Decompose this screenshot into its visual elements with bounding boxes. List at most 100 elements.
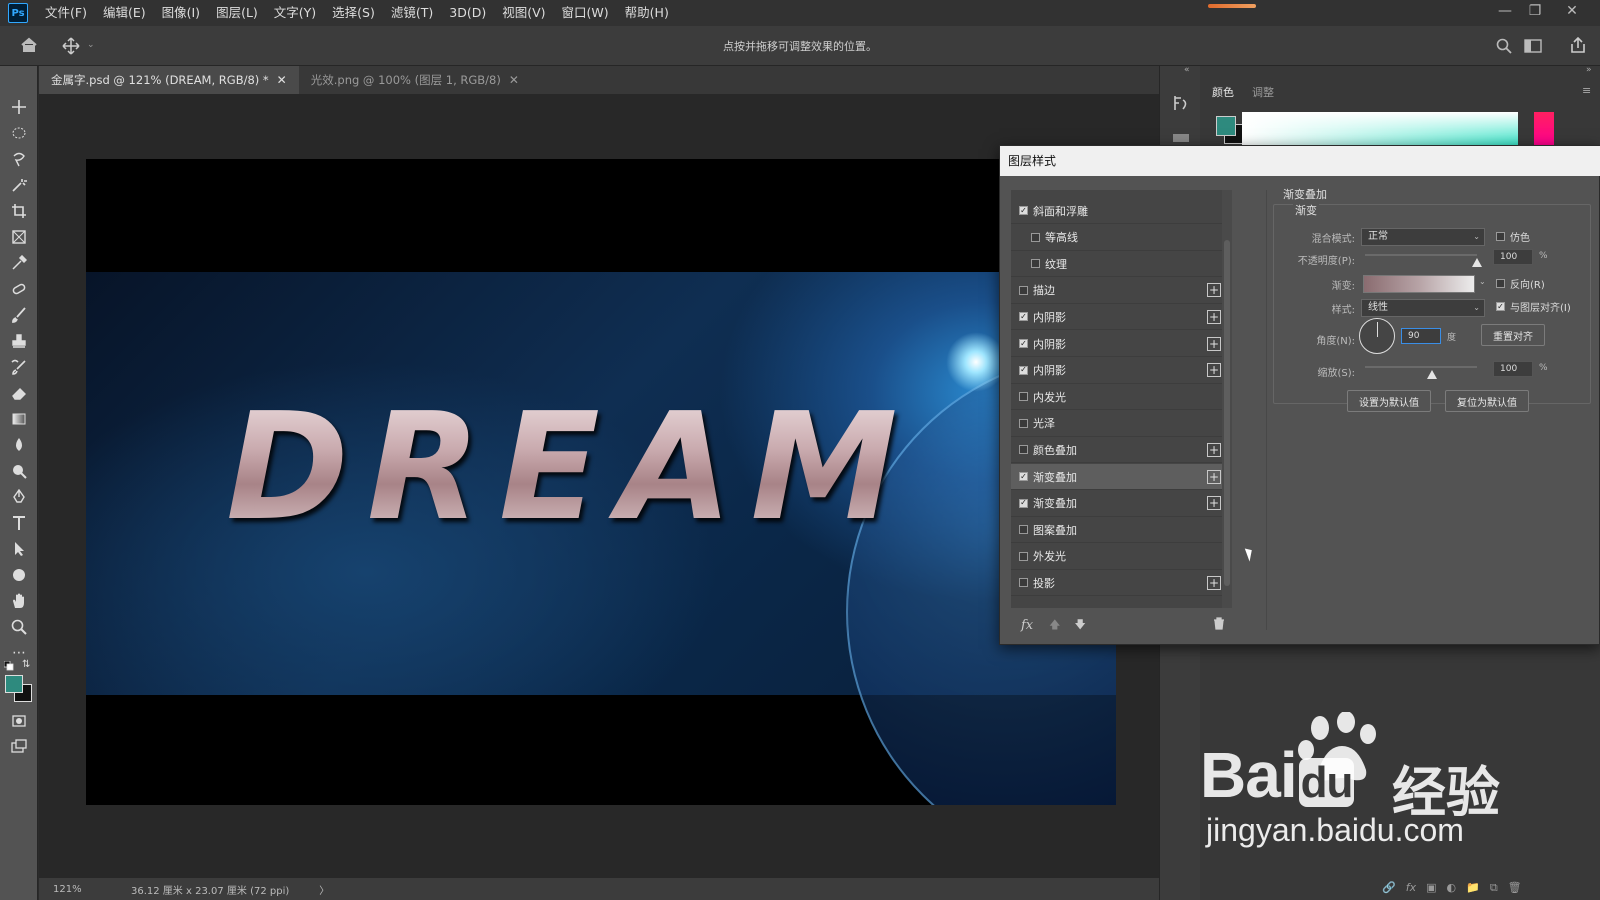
add-style-icon[interactable]: + bbox=[1207, 363, 1221, 378]
style-checkbox[interactable]: ✓ bbox=[1019, 365, 1028, 375]
style-checkbox[interactable] bbox=[1031, 259, 1040, 269]
style-row[interactable]: ✓ 内阴影 + bbox=[1011, 331, 1229, 357]
add-style-icon[interactable]: + bbox=[1207, 469, 1221, 484]
restore-icon[interactable]: ❐ bbox=[1520, 0, 1550, 22]
workspace-icon[interactable] bbox=[1524, 39, 1542, 56]
delete-style-icon[interactable] bbox=[1213, 617, 1225, 633]
scale-slider-knob[interactable] bbox=[1427, 370, 1438, 379]
add-style-icon[interactable]: + bbox=[1207, 496, 1221, 511]
minimize-icon[interactable]: — bbox=[1490, 0, 1520, 22]
blur-icon[interactable] bbox=[7, 434, 31, 456]
style-row[interactable]: 图案叠加 bbox=[1011, 517, 1229, 544]
eraser-icon[interactable] bbox=[7, 382, 31, 404]
menu-help[interactable]: 帮助(H) bbox=[617, 0, 677, 26]
style-checkbox[interactable] bbox=[1019, 285, 1028, 295]
style-checkbox[interactable] bbox=[1019, 392, 1028, 402]
angle-dial[interactable] bbox=[1359, 318, 1395, 354]
set-default-button[interactable]: 设置为默认值 bbox=[1347, 390, 1431, 412]
style-checkbox[interactable]: ✓ bbox=[1019, 206, 1028, 215]
screen-mode-icon[interactable] bbox=[7, 736, 31, 758]
reverse-checkbox[interactable] bbox=[1496, 279, 1505, 288]
search-icon[interactable] bbox=[1496, 38, 1512, 57]
style-checkbox[interactable] bbox=[1031, 232, 1040, 242]
scale-slider-track[interactable] bbox=[1365, 366, 1477, 368]
history-brush-icon[interactable] bbox=[7, 356, 31, 378]
zoom-level[interactable]: 121% bbox=[53, 884, 113, 895]
close-icon[interactable]: ✕ bbox=[1557, 0, 1587, 22]
style-row[interactable]: ✓ 渐变叠加 + bbox=[1011, 491, 1229, 517]
eyedropper-icon[interactable] bbox=[7, 252, 31, 274]
delete-layer-icon[interactable]: 🗑 bbox=[1508, 881, 1522, 895]
color-spectrum[interactable] bbox=[1242, 112, 1518, 146]
style-row[interactable]: 颜色叠加 + bbox=[1011, 437, 1229, 464]
style-checkbox[interactable] bbox=[1019, 445, 1028, 455]
dialog-title[interactable]: 图层样式 bbox=[1000, 146, 1600, 176]
swap-colors-icon[interactable]: ⇅ bbox=[22, 659, 30, 670]
style-checkbox[interactable]: ✓ bbox=[1019, 472, 1028, 481]
share-icon[interactable] bbox=[1570, 36, 1586, 56]
angle-input[interactable]: 90 bbox=[1401, 328, 1441, 344]
menu-3d[interactable]: 3D(D) bbox=[441, 0, 494, 26]
canvas-text-layer[interactable]: DREAM bbox=[226, 381, 916, 553]
brush-icon[interactable] bbox=[7, 304, 31, 326]
quick-mask-icon[interactable] bbox=[7, 710, 31, 732]
chevron-down-icon[interactable]: ⌄ bbox=[1479, 277, 1486, 286]
marquee-icon[interactable] bbox=[7, 122, 31, 144]
foreground-color-swatch[interactable] bbox=[5, 675, 23, 693]
style-row[interactable]: ✓ 斜面和浮雕 bbox=[1011, 198, 1229, 224]
crop-icon[interactable] bbox=[7, 200, 31, 222]
magic-wand-icon[interactable] bbox=[7, 174, 31, 196]
add-style-icon[interactable]: + bbox=[1207, 442, 1221, 457]
menu-layer[interactable]: 图层(L) bbox=[208, 0, 266, 26]
collapse-panel-icon[interactable]: « bbox=[1184, 65, 1190, 75]
history-panel-icon[interactable] bbox=[1172, 94, 1190, 115]
close-tab-icon[interactable]: ✕ bbox=[509, 73, 519, 87]
document-canvas[interactable]: DREAM bbox=[86, 159, 1116, 805]
type-icon[interactable] bbox=[7, 512, 31, 534]
healing-brush-icon[interactable] bbox=[7, 278, 31, 300]
style-row[interactable]: 光泽 bbox=[1011, 411, 1229, 437]
style-row[interactable]: 等高线 bbox=[1011, 225, 1229, 251]
path-select-icon[interactable] bbox=[7, 538, 31, 560]
style-row[interactable]: ✓ 渐变叠加 + bbox=[1011, 464, 1229, 490]
style-row[interactable]: 描边 + bbox=[1011, 278, 1229, 304]
gradient-icon[interactable] bbox=[7, 408, 31, 430]
menu-window[interactable]: 窗口(W) bbox=[554, 0, 617, 26]
style-row[interactable]: 外发光 bbox=[1011, 544, 1229, 570]
style-row[interactable]: ✓ 内阴影 + bbox=[1011, 304, 1229, 331]
scrollbar-thumb[interactable] bbox=[1224, 240, 1230, 586]
style-list-scrollbar[interactable] bbox=[1222, 190, 1232, 608]
close-tab-icon[interactable]: ✕ bbox=[277, 73, 287, 87]
reset-alignment-button[interactable]: 重置对齐 bbox=[1481, 324, 1545, 346]
properties-panel-icon[interactable] bbox=[1172, 132, 1190, 146]
style-checkbox[interactable] bbox=[1019, 578, 1028, 588]
style-select[interactable]: 线性 ⌄ bbox=[1361, 299, 1485, 317]
layer-fx-icon[interactable]: fx bbox=[1406, 881, 1416, 895]
move-down-icon[interactable]: 🡇 bbox=[1074, 616, 1085, 635]
pen-icon[interactable] bbox=[7, 486, 31, 508]
style-checkbox[interactable] bbox=[1019, 551, 1028, 561]
add-style-icon[interactable]: + bbox=[1207, 575, 1221, 590]
ellipse-icon[interactable] bbox=[7, 564, 31, 586]
menu-select[interactable]: 选择(S) bbox=[324, 0, 383, 26]
tab-light-effect[interactable]: 光效.png @ 100% (图层 1, RGB/8) ✕ bbox=[299, 66, 531, 94]
style-row[interactable]: 纹理 bbox=[1011, 251, 1229, 278]
tab-adjustments[interactable]: 调整 bbox=[1252, 84, 1274, 100]
style-checkbox[interactable]: ✓ bbox=[1019, 312, 1028, 322]
gradient-swatch[interactable] bbox=[1363, 275, 1475, 293]
hand-icon[interactable] bbox=[7, 590, 31, 612]
menu-edit[interactable]: 编辑(E) bbox=[95, 0, 154, 26]
fx-icon[interactable]: fx bbox=[1021, 618, 1033, 633]
layer-mask-icon[interactable]: ▣ bbox=[1426, 881, 1436, 895]
lasso-icon[interactable] bbox=[7, 148, 31, 170]
menu-type[interactable]: 文字(Y) bbox=[266, 0, 324, 26]
menu-image[interactable]: 图像(I) bbox=[154, 0, 208, 26]
dither-checkbox[interactable] bbox=[1496, 232, 1505, 241]
opacity-slider-track[interactable] bbox=[1365, 254, 1477, 256]
scale-input[interactable]: 100 bbox=[1493, 361, 1533, 377]
frame-icon[interactable] bbox=[7, 226, 31, 248]
add-style-icon[interactable]: + bbox=[1207, 283, 1221, 298]
add-style-icon[interactable]: + bbox=[1207, 336, 1221, 351]
style-checkbox[interactable]: ✓ bbox=[1019, 339, 1028, 348]
opacity-input[interactable]: 100 bbox=[1493, 249, 1533, 265]
